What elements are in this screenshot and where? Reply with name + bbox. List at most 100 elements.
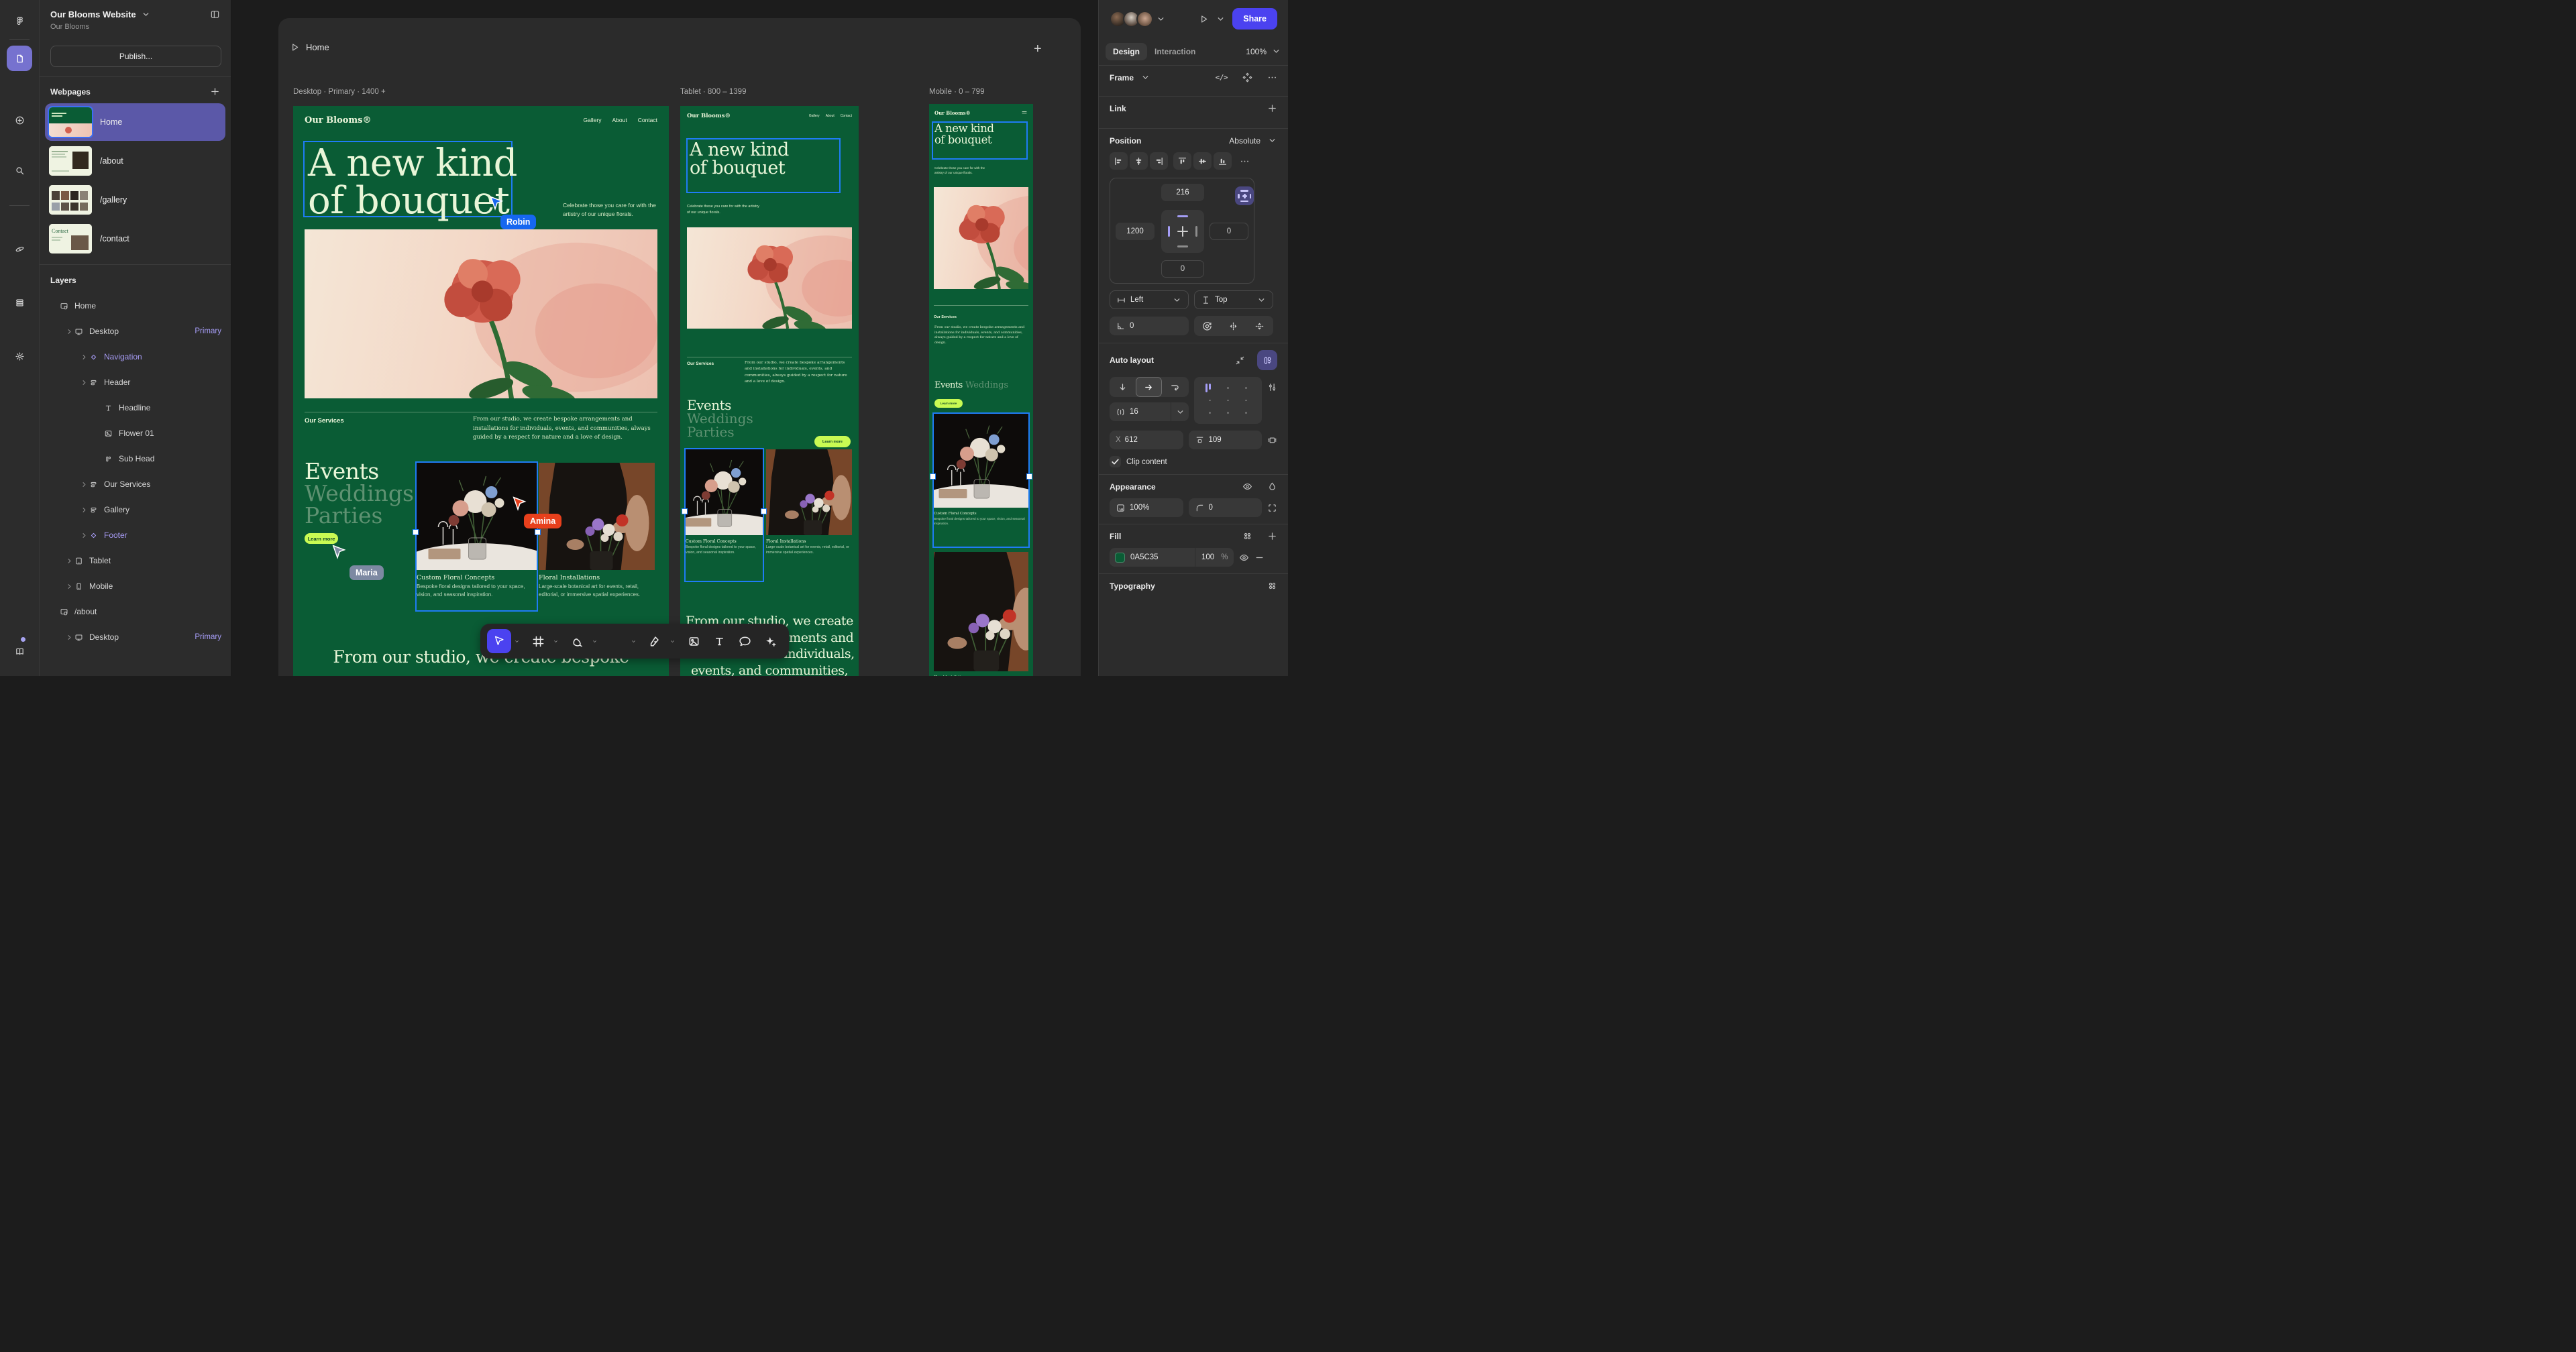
site-nav-link[interactable]: Gallery bbox=[809, 114, 820, 118]
selection-handle[interactable] bbox=[1026, 473, 1032, 480]
selection-handle[interactable] bbox=[761, 508, 767, 514]
vertical-padding-input[interactable]: 109 bbox=[1188, 431, 1262, 449]
layer-row-Desktop[interactable]: Desktop Primary bbox=[40, 624, 231, 650]
fill-color-control[interactable]: 0A5C35 100 % bbox=[1110, 548, 1234, 567]
alignment-grid[interactable] bbox=[1194, 377, 1262, 424]
present-play-icon[interactable] bbox=[1199, 14, 1209, 24]
align-top-button[interactable] bbox=[1173, 152, 1191, 170]
add-link-icon[interactable] bbox=[1267, 103, 1277, 113]
layout-vertical-button[interactable] bbox=[1110, 377, 1136, 397]
blend-droplet-icon[interactable] bbox=[1267, 482, 1277, 492]
service-card[interactable]: Floral Installations Large-scale botanic… bbox=[766, 449, 852, 555]
constraints-toggle[interactable] bbox=[1235, 186, 1254, 205]
flip-horizontal-button[interactable] bbox=[1220, 316, 1246, 336]
canvas[interactable]: Home + Desktop · Primary · 1400 + Tablet… bbox=[231, 0, 1098, 676]
rotate-button[interactable] bbox=[1194, 316, 1220, 336]
layout-horizontal-button[interactable] bbox=[1136, 377, 1162, 397]
pencil-tool-button[interactable] bbox=[643, 629, 667, 653]
more-options-icon[interactable] bbox=[1267, 72, 1277, 82]
page-tab[interactable]: Home bbox=[290, 42, 329, 52]
site-headline[interactable]: A new kind of bouquet bbox=[934, 123, 994, 146]
layer-chevron-icon[interactable] bbox=[65, 582, 74, 591]
layer-row-Gallery[interactable]: Gallery bbox=[40, 497, 231, 522]
card-selection-box[interactable] bbox=[684, 448, 764, 582]
tab-interaction[interactable]: Interaction bbox=[1147, 43, 1203, 60]
interactions-icon[interactable] bbox=[7, 236, 32, 262]
layer-chevron-icon[interactable] bbox=[65, 327, 74, 336]
corner-radius-input[interactable]: 0 bbox=[1188, 498, 1262, 517]
pages-tool-icon[interactable] bbox=[7, 46, 32, 71]
comment-tool-button[interactable] bbox=[733, 629, 757, 653]
layer-chevron-icon[interactable] bbox=[80, 531, 89, 540]
rectangle-tool-chevron-icon[interactable] bbox=[629, 638, 637, 644]
zoom-level[interactable]: 100% bbox=[1246, 47, 1267, 56]
avatar[interactable] bbox=[1136, 10, 1153, 27]
layer-chevron-icon[interactable] bbox=[65, 633, 74, 642]
layer-row-SubHead[interactable]: Sub Head bbox=[40, 446, 231, 471]
position-right-input[interactable]: 0 bbox=[1210, 223, 1248, 240]
event-type[interactable]: Weddings bbox=[305, 482, 414, 504]
selection-handle[interactable] bbox=[535, 528, 541, 535]
services-label[interactable]: Our Services bbox=[934, 315, 957, 319]
webpage-item-Home[interactable]: Home bbox=[45, 103, 225, 141]
add-fill-icon[interactable] bbox=[1267, 531, 1277, 541]
individual-padding-icon[interactable] bbox=[1267, 435, 1277, 445]
webpage-item-about[interactable]: /about bbox=[45, 142, 225, 180]
auto-layout-active-toggle[interactable] bbox=[1257, 350, 1277, 370]
add-webpage-icon[interactable] bbox=[210, 87, 220, 97]
site-nav-link[interactable]: Gallery bbox=[584, 117, 602, 123]
cms-icon[interactable] bbox=[7, 290, 32, 315]
select-tool-button[interactable] bbox=[487, 629, 511, 653]
services-label[interactable]: Our Services bbox=[687, 361, 714, 366]
site-nav-link[interactable]: About bbox=[826, 114, 835, 118]
align-h-center-button[interactable] bbox=[1130, 152, 1148, 170]
learn-more-button[interactable]: Learn more bbox=[305, 533, 338, 544]
flip-vertical-button[interactable] bbox=[1246, 316, 1273, 336]
services-text[interactable]: From our studio, we create bespoke arran… bbox=[473, 415, 658, 443]
collapse-sidebar-icon[interactable] bbox=[210, 9, 220, 19]
dev-code-icon[interactable]: </> bbox=[1216, 73, 1228, 82]
present-chevron-icon[interactable] bbox=[1216, 14, 1226, 24]
pencil-tool-chevron-icon[interactable] bbox=[668, 638, 676, 644]
shrink-icon[interactable] bbox=[1235, 355, 1245, 365]
layer-row-Tablet[interactable]: Tablet bbox=[40, 548, 231, 573]
layer-row-Desktop[interactable]: Desktop Primary bbox=[40, 319, 231, 344]
site-tagline[interactable]: Celebrate those you care for with the ar… bbox=[563, 201, 658, 219]
text-tool-button[interactable] bbox=[707, 629, 731, 653]
learn-more-button[interactable]: Learn more bbox=[934, 399, 963, 408]
avatars-chevron-icon[interactable] bbox=[1156, 14, 1166, 24]
site-nav-link[interactable]: About bbox=[612, 117, 627, 123]
frame-tool-chevron-icon[interactable] bbox=[551, 638, 559, 644]
layer-row-about[interactable]: /about bbox=[40, 599, 231, 624]
type-styles-icon[interactable] bbox=[1267, 581, 1277, 591]
breakpoint-label-tablet[interactable]: Tablet · 800 – 1399 bbox=[680, 88, 746, 96]
fill-opacity-input[interactable]: 100 % bbox=[1195, 548, 1234, 567]
position-top-input[interactable]: 216 bbox=[1161, 184, 1204, 201]
position-mode-chevron-icon[interactable] bbox=[1267, 135, 1277, 146]
layer-row-Header[interactable]: Header bbox=[40, 370, 231, 395]
services-text[interactable]: From our studio, we create bespoke arran… bbox=[745, 360, 852, 385]
services-text[interactable]: From our studio, we create bespoke arran… bbox=[934, 325, 1027, 346]
image-tool-button[interactable] bbox=[682, 629, 706, 653]
flower-hero-image[interactable] bbox=[687, 227, 852, 329]
gap-input[interactable]: 16 bbox=[1110, 402, 1189, 421]
layer-row-Footer[interactable]: Footer bbox=[40, 522, 231, 548]
library-book-icon[interactable] bbox=[7, 637, 32, 664]
layer-row-Mobile[interactable]: Mobile bbox=[40, 573, 231, 599]
more-align-icon[interactable] bbox=[1240, 156, 1250, 166]
play-page-icon[interactable] bbox=[290, 42, 300, 52]
width-input[interactable]: X 612 bbox=[1110, 431, 1183, 449]
pen-tool-button[interactable] bbox=[565, 629, 589, 653]
selection-handle[interactable] bbox=[682, 508, 688, 514]
selection-handle[interactable] bbox=[930, 473, 936, 480]
position-mode[interactable]: Absolute bbox=[1229, 136, 1260, 146]
layout-settings-icon[interactable] bbox=[1267, 382, 1277, 392]
card-selection-box[interactable] bbox=[415, 461, 538, 612]
v-anchor-select[interactable]: Top bbox=[1194, 290, 1273, 309]
layer-row-Navigation[interactable]: Navigation bbox=[40, 344, 231, 370]
site-nav[interactable]: Our Blooms® bbox=[934, 108, 1028, 117]
fill-visible-eye-icon[interactable] bbox=[1239, 553, 1249, 563]
event-type[interactable]: Parties bbox=[305, 504, 414, 526]
layer-row-OurServices[interactable]: Our Services bbox=[40, 471, 231, 497]
independent-corners-icon[interactable] bbox=[1267, 503, 1277, 513]
